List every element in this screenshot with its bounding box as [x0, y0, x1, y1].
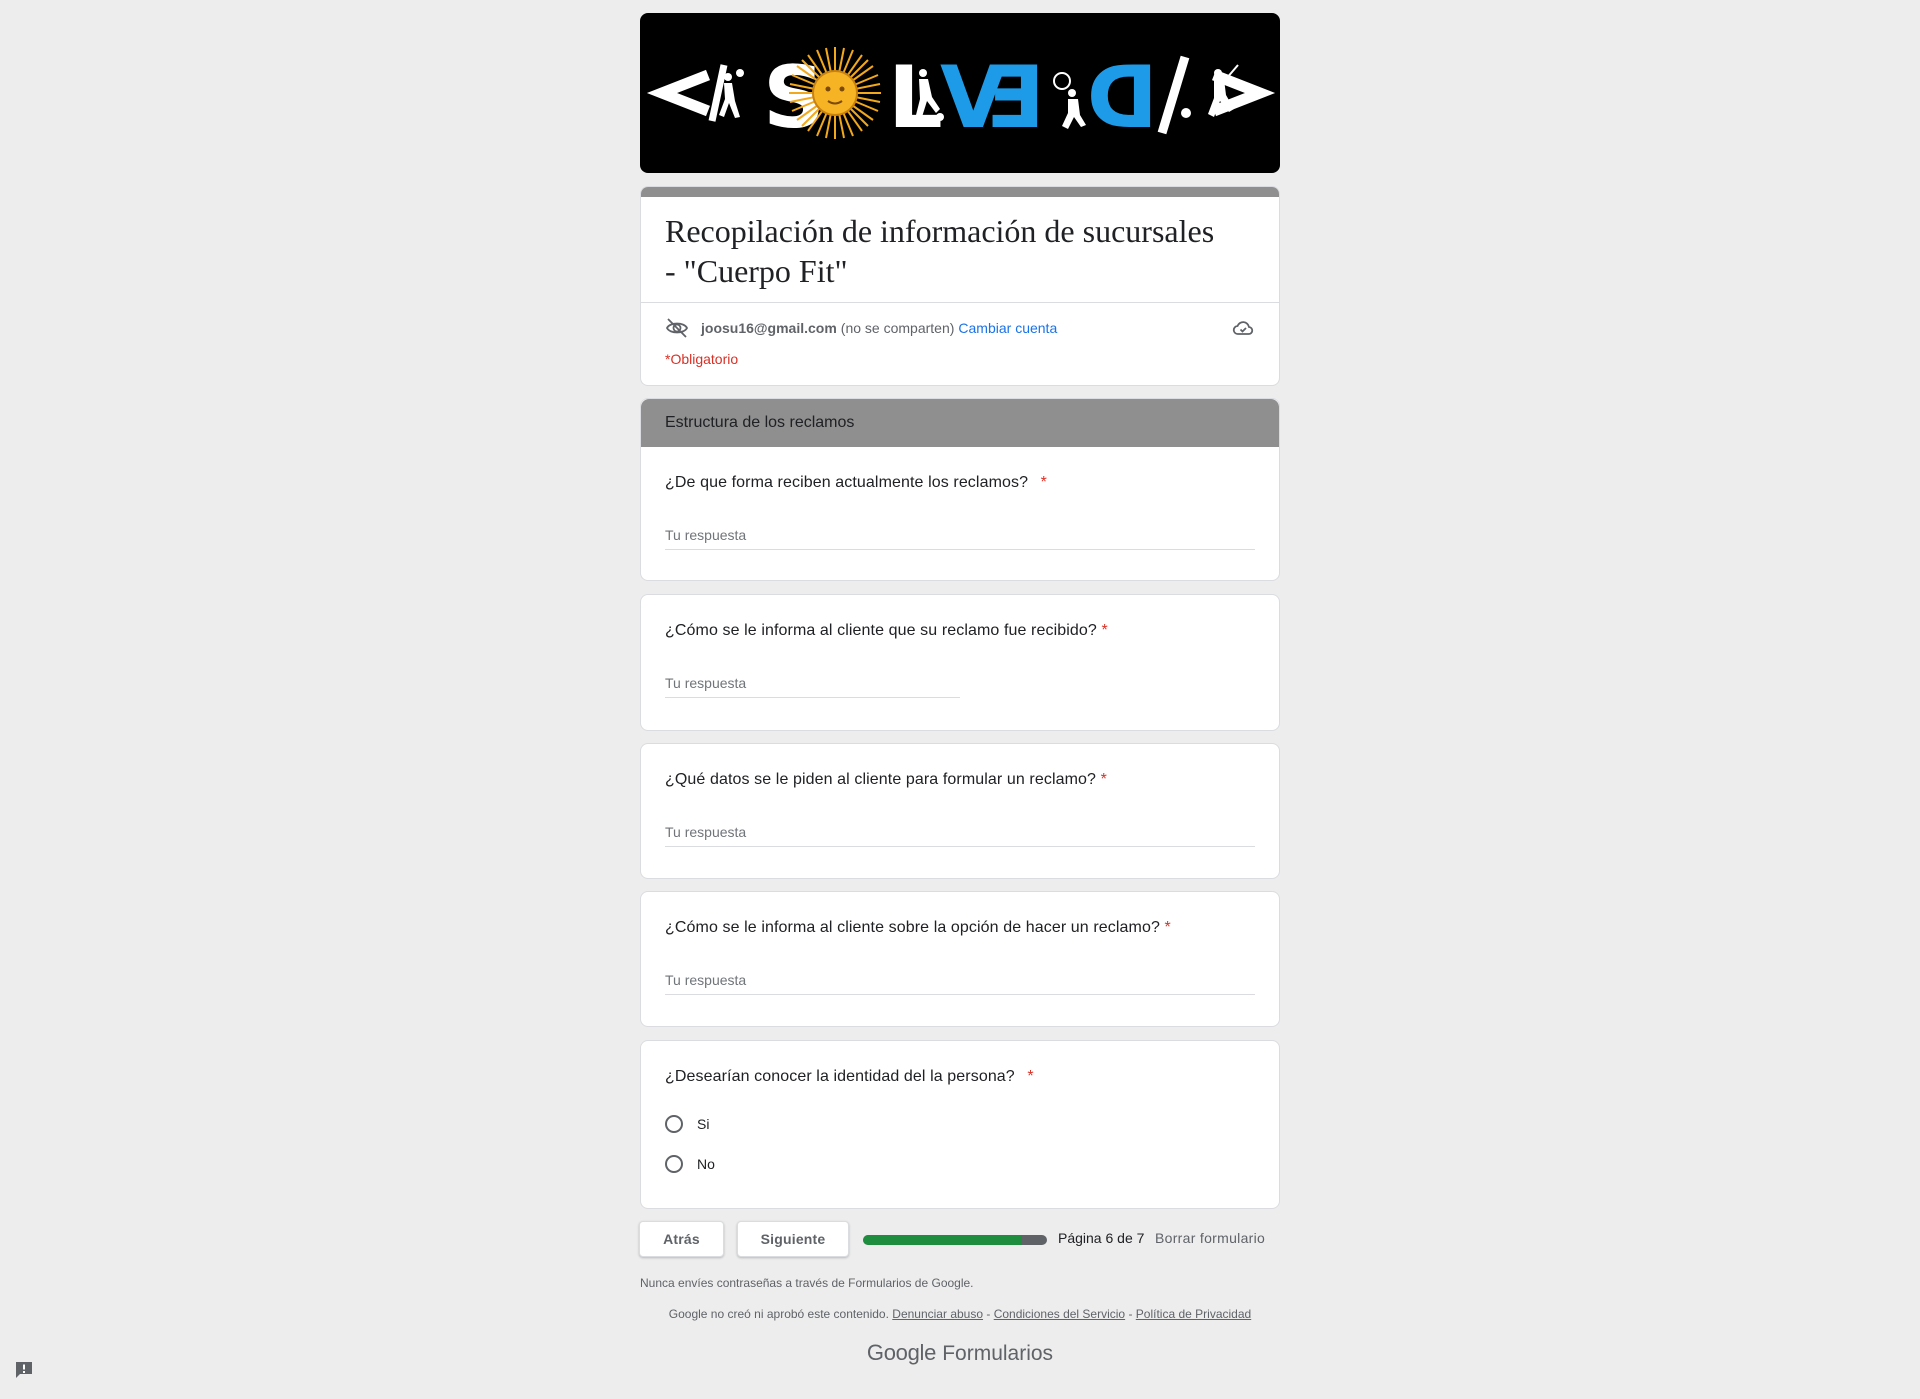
answer-input[interactable]: Tu respuesta: [665, 824, 1255, 840]
password-warning: Nunca envíes contraseñas a través de For…: [640, 1276, 974, 1290]
account-not-shared: (no se comparten): [840, 320, 955, 336]
required-asterisk: *: [1101, 622, 1108, 639]
svg-text:D: D: [1087, 48, 1158, 148]
disclaimer-text: Google no creó ni aprobó este contenido.: [668, 1307, 889, 1321]
separator: -: [986, 1307, 991, 1321]
answer-input[interactable]: Tu respuesta: [665, 972, 1255, 988]
form-title: Recopilación de información de sucursale…: [665, 213, 1215, 289]
question-title: ¿De que forma reciben actualmente los re…: [665, 471, 1047, 495]
answer-underline: [665, 994, 1255, 995]
question-text: ¿Qué datos se le piden al cliente para f…: [665, 771, 1097, 788]
question-card: ¿Qué datos se le piden al cliente para f…: [640, 743, 1280, 879]
page-indicator: Página 6 de 7: [1058, 1230, 1145, 1246]
section-card: Estructura de los reclamos ¿De que forma…: [640, 398, 1280, 581]
radio-circle[interactable]: [665, 1155, 683, 1173]
report-problem-icon[interactable]: [14, 1360, 34, 1380]
brand-google: Google: [866, 1340, 937, 1365]
eye-off-icon: [665, 318, 689, 338]
required-asterisk: *: [1100, 771, 1107, 788]
progress-bar: [863, 1235, 1047, 1245]
question-text: ¿Cómo se le informa al cliente sobre la …: [665, 919, 1160, 936]
separator: -: [1128, 1307, 1133, 1321]
question-title: ¿Cómo se le informa al cliente sobre la …: [665, 916, 1171, 940]
radio-option-no[interactable]: No: [665, 1155, 715, 1173]
answer-underline: [665, 697, 960, 698]
progress-fill: [863, 1235, 1021, 1245]
answer-underline: [665, 846, 1255, 847]
question-card: ¿Cómo se le informa al cliente sobre la …: [640, 891, 1280, 1027]
back-button[interactable]: Atrás: [639, 1221, 724, 1257]
required-asterisk: *: [1040, 474, 1047, 491]
answer-input[interactable]: Tu respuesta: [665, 675, 960, 691]
question-title: ¿Cómo se le informa al cliente que su re…: [665, 619, 1108, 643]
form-header-card: Recopilación de información de sucursale…: [640, 186, 1280, 386]
required-asterisk: *: [1027, 1068, 1034, 1085]
switch-account-link[interactable]: Cambiar cuenta: [958, 320, 1057, 336]
header-banner-image: S L V E D: [640, 13, 1280, 173]
required-note: *Obligatorio: [665, 351, 739, 367]
google-forms-logo[interactable]: Google Formularios: [640, 1340, 1280, 1366]
report-abuse-link[interactable]: Denunciar abuso: [892, 1307, 983, 1321]
account-email: joosu16@gmail.com: [701, 320, 837, 336]
sun-icon: [789, 47, 881, 139]
divider: [641, 302, 1279, 303]
clear-form-button[interactable]: Borrar formulario: [1155, 1230, 1265, 1246]
question-text: ¿Cómo se le informa al cliente que su re…: [665, 622, 1097, 639]
required-asterisk: *: [1164, 919, 1171, 936]
radio-label: Si: [697, 1116, 710, 1132]
radio-circle[interactable]: [665, 1115, 683, 1133]
cloud-icon[interactable]: [1231, 316, 1255, 340]
question-title: ¿Desearían conocer la identidad del la p…: [665, 1065, 1034, 1089]
privacy-link[interactable]: Política de Privacidad: [1136, 1307, 1251, 1321]
svg-text:E: E: [986, 48, 1045, 148]
question-text: ¿Desearían conocer la identidad del la p…: [665, 1068, 1015, 1085]
radio-label: No: [697, 1156, 715, 1172]
svg-text:L: L: [888, 48, 943, 148]
theme-accent-bar: [641, 187, 1279, 197]
section-title: Estructura de los reclamos: [641, 399, 1279, 447]
answer-underline: [665, 549, 1255, 550]
solved-logo: S L V E D: [646, 47, 1276, 148]
question-text: ¿De que forma reciben actualmente los re…: [665, 474, 1029, 491]
answer-input[interactable]: Tu respuesta: [665, 527, 1255, 543]
radio-option-si[interactable]: Si: [665, 1115, 709, 1133]
next-button[interactable]: Siguiente: [737, 1221, 849, 1257]
question-card: ¿Cómo se le informa al cliente que su re…: [640, 594, 1280, 731]
brand-product: Formularios: [942, 1342, 1054, 1365]
question-card: ¿Desearían conocer la identidad del la p…: [640, 1040, 1280, 1209]
legal-footer: Google no creó ni aprobó este contenido.…: [640, 1307, 1280, 1321]
terms-link[interactable]: Condiciones del Servicio: [994, 1307, 1125, 1321]
account-row: joosu16@gmail.com (no se comparten) Camb…: [665, 316, 1057, 340]
question-title: ¿Qué datos se le piden al cliente para f…: [665, 768, 1107, 792]
